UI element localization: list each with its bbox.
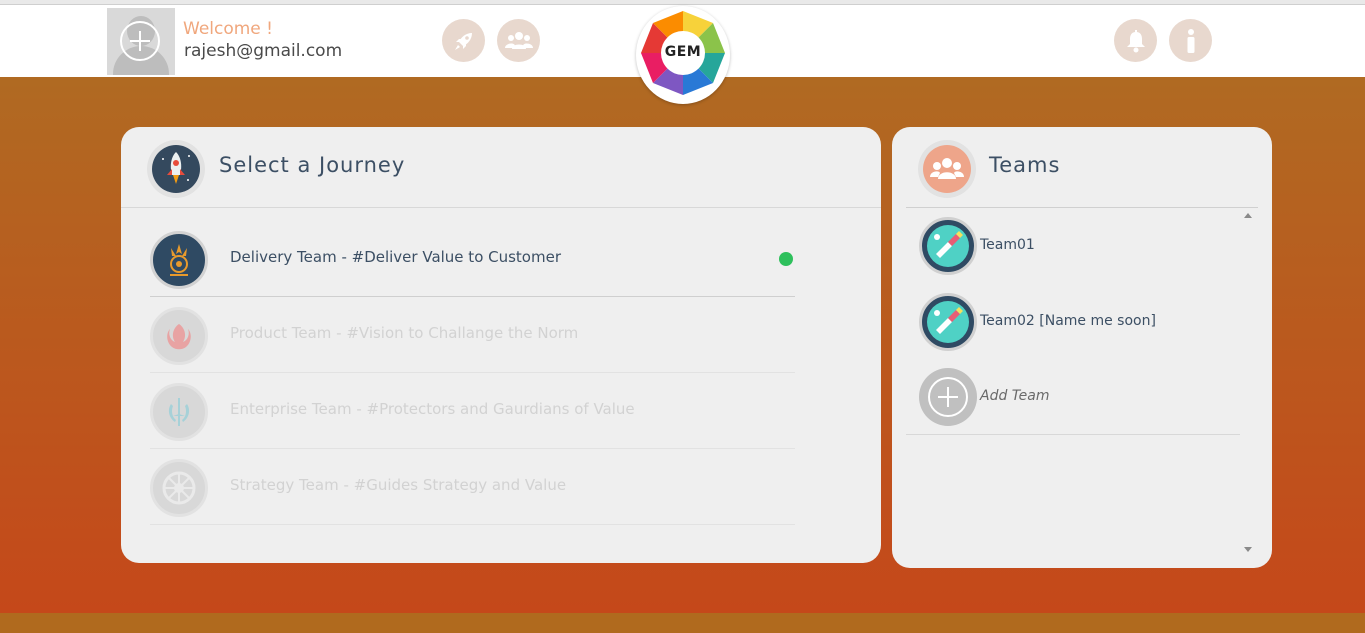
gem-logo[interactable]: GEM [636, 6, 730, 104]
journey-item-product[interactable]: Product Team - #Vision to Challange the … [150, 297, 795, 373]
notifications-button[interactable] [1114, 19, 1157, 62]
journey-nav-button[interactable] [442, 19, 485, 62]
teams-list-divider [906, 434, 1240, 435]
user-email: rajesh@gmail.com [184, 41, 343, 61]
journey-item-label: Strategy Team - #Guides Strategy and Val… [230, 476, 567, 494]
rocket-badge-icon [152, 145, 200, 193]
team-badge-icon [927, 225, 969, 267]
journey-panel: Select a Journey Delivery Team - #Delive… [121, 127, 881, 563]
add-team-icon [919, 368, 977, 426]
journey-item-enterprise[interactable]: Enterprise Team - #Protectors and Gaurdi… [150, 373, 795, 449]
imperial-cog-icon [162, 471, 196, 505]
journey-item-strategy[interactable]: Strategy Team - #Guides Strategy and Val… [150, 449, 795, 525]
journey-item-label: Product Team - #Vision to Challange the … [230, 324, 579, 342]
info-icon [1187, 28, 1194, 53]
teams-badge-icon [923, 145, 971, 193]
jedi-order-icon [168, 398, 190, 426]
active-status-dot [779, 252, 793, 266]
teams-nav-button[interactable] [497, 19, 540, 62]
teams-title: Teams [989, 153, 1061, 177]
team-label: Team01 [980, 237, 1035, 253]
team-label: Team02 [Name me soon] [980, 313, 1156, 329]
rebel-alliance-icon [167, 324, 191, 350]
team-item-team01[interactable]: Team01 [919, 209, 1239, 285]
journey-item-label: Enterprise Team - #Protectors and Gaurdi… [230, 400, 635, 418]
add-photo-icon [120, 21, 160, 61]
journey-item-icon-wrap [150, 231, 208, 289]
welcome-text: Welcome ! [183, 19, 273, 39]
footer-bar [0, 613, 1365, 633]
info-button[interactable] [1169, 19, 1212, 62]
add-team-button[interactable]: Add Team [919, 360, 1239, 436]
teams-panel: Teams Team01 Team02 [Name me soon] Add T… [892, 127, 1272, 568]
journey-item-icon-wrap [150, 383, 208, 441]
team-badge-icon [927, 301, 969, 343]
scroll-up-arrow-icon[interactable] [1244, 213, 1252, 218]
add-team-label: Add Team [980, 388, 1050, 404]
team-item-team02[interactable]: Team02 [Name me soon] [919, 285, 1239, 361]
plus-circle-icon [928, 377, 968, 417]
journey-item-icon-wrap [150, 307, 208, 365]
journey-header-icon-wrap [147, 140, 205, 198]
journey-title: Select a Journey [219, 153, 406, 177]
teams-header-divider [906, 207, 1258, 208]
journey-item-delivery[interactable]: Delivery Team - #Deliver Value to Custom… [150, 221, 795, 297]
team-avatar [919, 217, 977, 275]
journey-item-label: Delivery Team - #Deliver Value to Custom… [230, 248, 561, 266]
galactic-empire-icon [170, 244, 188, 276]
journey-item-icon-wrap [150, 459, 208, 517]
bell-icon [1126, 29, 1145, 52]
journey-header-divider [121, 207, 881, 208]
teams-header-icon-wrap [918, 140, 976, 198]
gem-logo-text: GEM [664, 44, 702, 60]
rocket-icon [454, 32, 472, 50]
users-icon [504, 31, 533, 49]
team-avatar [919, 293, 977, 351]
scroll-down-arrow-icon[interactable] [1244, 547, 1252, 552]
profile-avatar-upload[interactable] [107, 8, 175, 75]
